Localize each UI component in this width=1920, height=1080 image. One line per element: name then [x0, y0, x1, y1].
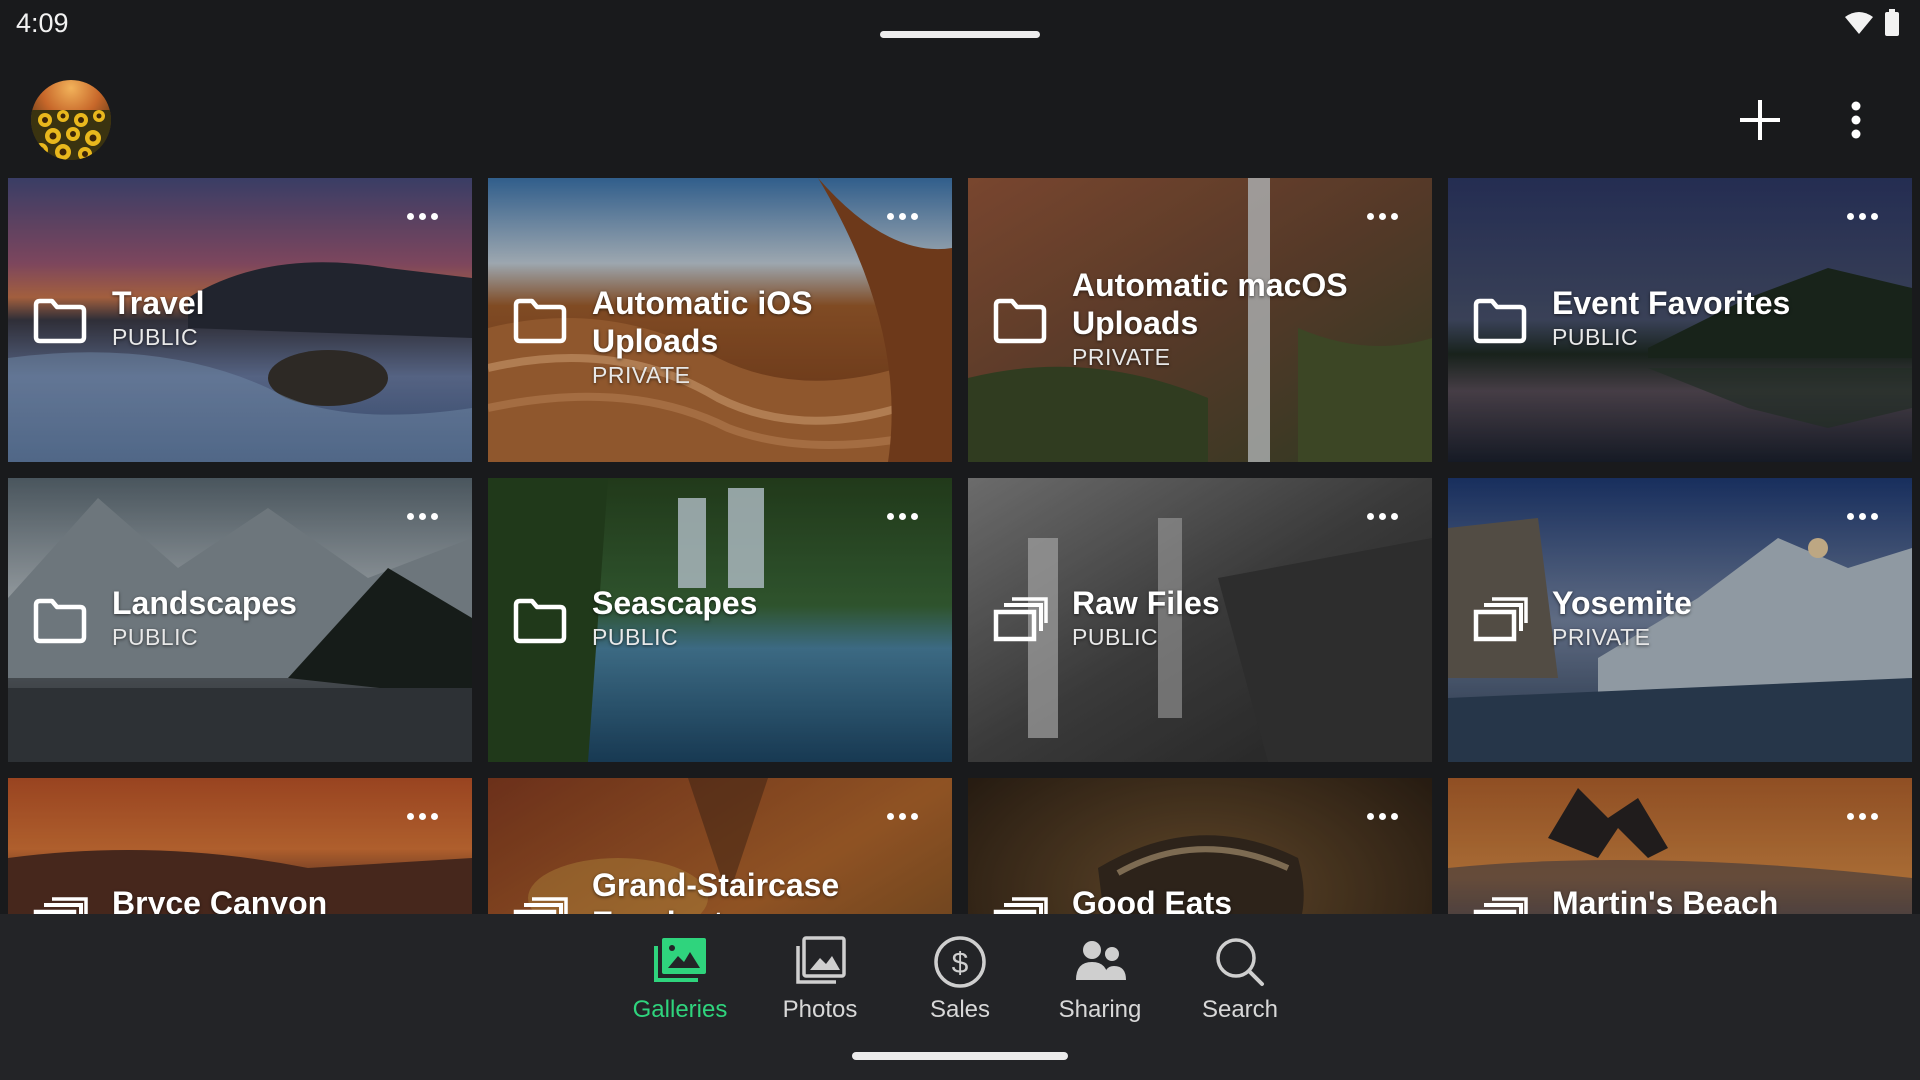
- folder-icon: [33, 298, 87, 344]
- gallery-title: Automatic iOS Uploads: [592, 285, 813, 359]
- tile-more-button[interactable]: [1842, 508, 1882, 524]
- bottom-navigation: Galleries Photos $ Sales Sharing Search: [0, 914, 1920, 1080]
- overflow-menu-button[interactable]: [1836, 96, 1876, 144]
- folder-icon: [33, 598, 87, 644]
- gallery-tile[interactable]: Good Eats: [968, 778, 1432, 914]
- gallery-privacy: PUBLIC: [1072, 624, 1159, 650]
- gallery-privacy: PRIVATE: [592, 362, 691, 388]
- gallery-tile[interactable]: Yosemite PRIVATE: [1448, 478, 1912, 762]
- tile-more-button[interactable]: [1842, 208, 1882, 224]
- folder-icon: [513, 598, 567, 644]
- gallery-title: Good Eats: [1072, 885, 1233, 914]
- add-button[interactable]: [1736, 96, 1784, 144]
- nav-label: Sharing: [1058, 996, 1142, 1023]
- tile-more-button[interactable]: [882, 208, 922, 224]
- status-icons: [1844, 9, 1900, 37]
- nav-label: Search: [1201, 996, 1279, 1023]
- nav-sharing[interactable]: Sharing: [1030, 934, 1170, 1034]
- gallery-title: Event Favorites: [1552, 285, 1791, 321]
- nav-label: Galleries: [632, 996, 728, 1023]
- tile-more-button[interactable]: [882, 508, 922, 524]
- status-time: 4:09: [16, 8, 69, 38]
- vertical-dots-icon: [1851, 101, 1861, 139]
- sharing-icon: [1076, 941, 1126, 980]
- app-bar: [0, 60, 1920, 178]
- tile-more-button[interactable]: [882, 808, 922, 824]
- gallery-title: Yosemite: [1552, 585, 1692, 621]
- gallery-stack-icon: [1473, 597, 1528, 642]
- gallery-stack-icon: [993, 897, 1048, 914]
- wifi-icon: [1845, 12, 1873, 34]
- tile-more-button[interactable]: [402, 808, 442, 824]
- avatar[interactable]: [31, 80, 111, 160]
- tile-more-button[interactable]: [1362, 808, 1402, 824]
- nav-search[interactable]: Search: [1170, 934, 1310, 1034]
- gallery-tile[interactable]: Raw Files PUBLIC: [968, 478, 1432, 762]
- gallery-privacy: PUBLIC: [112, 324, 199, 350]
- gallery-stack-icon: [993, 597, 1048, 642]
- folder-icon: [993, 298, 1047, 344]
- gallery-tile[interactable]: Bryce Canyon: [8, 778, 472, 914]
- tile-more-button[interactable]: [402, 208, 442, 224]
- gallery-tile[interactable]: Seascapes PUBLIC: [488, 478, 952, 762]
- gallery-title: Seascapes: [592, 585, 758, 621]
- tile-more-button[interactable]: [1362, 208, 1402, 224]
- battery-icon: [1885, 9, 1899, 36]
- nav-galleries[interactable]: Galleries: [610, 934, 750, 1034]
- gallery-title: Travel: [112, 285, 205, 321]
- nav-sales[interactable]: $ Sales: [890, 934, 1030, 1034]
- gallery-tile[interactable]: Automatic macOS Uploads PRIVATE: [968, 178, 1432, 462]
- gallery-stack-icon: [1473, 897, 1528, 914]
- nav-label: Photos: [782, 996, 858, 1023]
- gallery-title: Grand-Staircase Escalante: [592, 867, 840, 914]
- nav-photos[interactable]: Photos: [750, 934, 890, 1034]
- folder-icon: [513, 298, 567, 344]
- top-handle: [880, 31, 1040, 38]
- home-indicator[interactable]: [852, 1052, 1068, 1060]
- gallery-privacy: PRIVATE: [1072, 344, 1171, 370]
- gallery-title: Raw Files: [1072, 585, 1220, 621]
- gallery-grid[interactable]: Travel PUBLIC Automatic iOS Uploads PRIV…: [0, 178, 1920, 914]
- plus-icon: [1740, 100, 1780, 140]
- galleries-icon: [654, 938, 706, 982]
- gallery-tile[interactable]: Landscapes PUBLIC: [8, 478, 472, 762]
- tile-more-button[interactable]: [1362, 508, 1402, 524]
- gallery-tile[interactable]: Grand-Staircase Escalante: [488, 778, 952, 914]
- tile-more-button[interactable]: [1842, 808, 1882, 824]
- gallery-title: Bryce Canyon: [112, 885, 328, 914]
- gallery-privacy: PRIVATE: [1552, 624, 1651, 650]
- gallery-privacy: PUBLIC: [112, 624, 199, 650]
- sunflower-avatar-image: [31, 80, 111, 160]
- gallery-tile[interactable]: Automatic iOS Uploads PRIVATE: [488, 178, 952, 462]
- gallery-stack-icon: [33, 897, 88, 914]
- sales-icon: $: [934, 936, 986, 988]
- gallery-tile[interactable]: Travel PUBLIC: [8, 178, 472, 462]
- gallery-title: Landscapes: [112, 585, 297, 621]
- search-icon: [1216, 938, 1264, 986]
- status-bar: 4:09: [0, 0, 1920, 48]
- svg-text:$: $: [952, 947, 969, 980]
- gallery-privacy: PUBLIC: [592, 624, 679, 650]
- gallery-tile[interactable]: Martin's Beach: [1448, 778, 1912, 914]
- gallery-stack-icon: [513, 897, 568, 914]
- tile-more-button[interactable]: [402, 508, 442, 524]
- gallery-title: Martin's Beach: [1552, 885, 1779, 914]
- photos-icon: [796, 936, 846, 984]
- gallery-tile[interactable]: Event Favorites PUBLIC: [1448, 178, 1912, 462]
- folder-icon: [1473, 298, 1527, 344]
- nav-label: Sales: [929, 996, 991, 1023]
- gallery-title: Automatic macOS Uploads: [1072, 267, 1348, 341]
- gallery-privacy: PUBLIC: [1552, 324, 1639, 350]
